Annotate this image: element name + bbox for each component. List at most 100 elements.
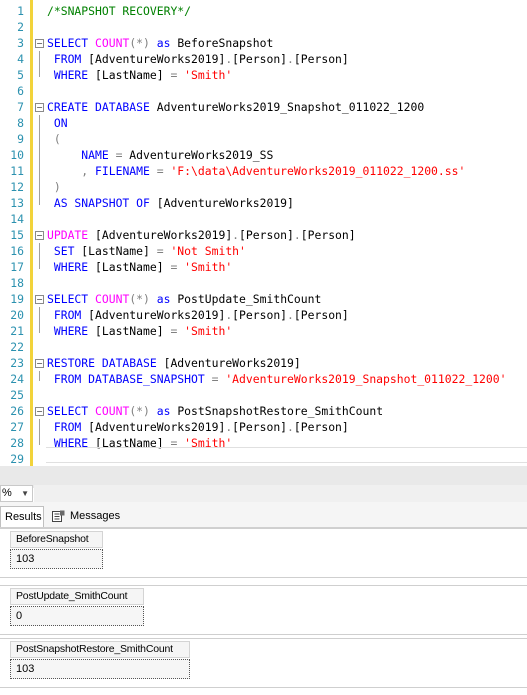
collapse-icon[interactable]: − bbox=[35, 359, 44, 368]
tab-messages-label: Messages bbox=[70, 510, 121, 522]
code-token: [Person] bbox=[293, 52, 349, 66]
code-line[interactable]: 26 − SELECT COUNT(*) as PostSnapshotRestor… bbox=[0, 403, 527, 419]
zoom-dropdown[interactable]: % ▼ bbox=[0, 485, 33, 502]
line-number: 20 bbox=[10, 308, 24, 322]
code-token: SELECT bbox=[47, 292, 96, 306]
collapse-icon[interactable]: − bbox=[35, 103, 44, 112]
code-line[interactable]: 21 WHERE [LastName] = 'Smith' bbox=[0, 323, 527, 339]
code-text: NAME = AdventureWorks2019_SS bbox=[47, 147, 273, 163]
code-token: 'Not Smith' bbox=[170, 244, 246, 258]
result-grid[interactable]: PostSnapshotRestore_SmithCount 103 bbox=[0, 638, 527, 688]
result-grid[interactable]: BeforeSnapshot 103 bbox=[0, 528, 527, 578]
code-text: ON bbox=[47, 115, 68, 131]
horizontal-scrollbar[interactable] bbox=[34, 485, 527, 502]
code-line[interactable]: 24 FROM DATABASE_SNAPSHOT = 'AdventureWo… bbox=[0, 371, 527, 387]
result-cell[interactable]: 103 bbox=[10, 549, 103, 569]
code-line[interactable]: 10 NAME = AdventureWorks2019_SS bbox=[0, 147, 527, 163]
code-line[interactable]: 6 bbox=[0, 83, 527, 99]
code-line[interactable]: 22 bbox=[0, 339, 527, 355]
code-line[interactable]: 19 − SELECT COUNT(*) as PostUpdate_SmithCo… bbox=[0, 291, 527, 307]
line-number: 26 bbox=[10, 404, 24, 418]
code-text: ( bbox=[47, 131, 61, 147]
column-header[interactable]: BeforeSnapshot bbox=[10, 531, 103, 548]
collapse-icon[interactable]: − bbox=[35, 295, 44, 304]
code-token: COUNT bbox=[95, 36, 130, 50]
code-token: [AdventureWorks2019] bbox=[88, 308, 226, 322]
query-editor[interactable]: 1/*SNAPSHOT RECOVERY*/2 3− SELECT COUNT(*)… bbox=[0, 0, 527, 466]
result-cell[interactable]: 103 bbox=[10, 659, 190, 679]
code-line[interactable]: 14 bbox=[0, 211, 527, 227]
code-line[interactable]: 9 ( bbox=[0, 131, 527, 147]
code-token: FROM bbox=[47, 308, 89, 322]
collapse-icon[interactable]: − bbox=[35, 407, 44, 416]
code-token: SELECT bbox=[47, 36, 96, 50]
code-token: [LastName] bbox=[81, 244, 157, 258]
code-text: FROM [AdventureWorks2019].[Person].[Pers… bbox=[47, 419, 349, 435]
column-header[interactable]: PostSnapshotRestore_SmithCount bbox=[10, 641, 190, 658]
code-token: AS SNAPSHOT OF bbox=[47, 196, 157, 210]
code-line[interactable]: 11 , FILENAME = 'F:\data\AdventureWorks2… bbox=[0, 163, 527, 179]
result-cell[interactable]: 0 bbox=[10, 606, 144, 626]
code-line[interactable]: 25 bbox=[0, 387, 527, 403]
line-number: 12 bbox=[10, 180, 24, 194]
code-line[interactable]: 8 ON bbox=[0, 115, 527, 131]
code-line[interactable]: 4 FROM [AdventureWorks2019].[Person].[Pe… bbox=[0, 51, 527, 67]
code-line[interactable]: 13 AS SNAPSHOT OF [AdventureWorks2019] bbox=[0, 195, 527, 211]
code-line[interactable]: 3 − SELECT COUNT(*) as BeforeSnapshot bbox=[0, 35, 527, 51]
code-token: ON bbox=[47, 116, 68, 130]
code-line[interactable]: 5 WHERE [LastName] = 'Smith' bbox=[0, 67, 527, 83]
code-token: [AdventureWorks2019] bbox=[156, 196, 294, 210]
code-line[interactable]: 7 − CREATE DATABASE AdventureWorks2019_Sna… bbox=[0, 99, 527, 115]
code-token: 'Smith' bbox=[184, 68, 233, 82]
column-header[interactable]: PostUpdate_SmithCount bbox=[10, 588, 144, 605]
code-token: as bbox=[149, 36, 178, 50]
code-token: , bbox=[47, 164, 89, 178]
code-text: /*SNAPSHOT RECOVERY*/ bbox=[47, 3, 191, 19]
code-line[interactable]: 18 bbox=[0, 275, 527, 291]
line-number: 8 bbox=[17, 116, 24, 130]
code-token: SELECT bbox=[47, 404, 96, 418]
code-line[interactable]: 15− UPDATE [AdventureWorks2019].[Person].… bbox=[0, 227, 527, 243]
code-line[interactable]: 20 FROM [AdventureWorks2019].[Person].[P… bbox=[0, 307, 527, 323]
code-token: BeforeSnapshot bbox=[177, 36, 274, 50]
code-text: UPDATE [AdventureWorks2019].[Person].[Pe… bbox=[47, 227, 356, 243]
code-token: ) bbox=[47, 180, 61, 194]
code-token: RESTORE DATABASE bbox=[47, 356, 164, 370]
code-token: WHERE bbox=[47, 324, 96, 338]
code-token: . bbox=[287, 308, 294, 322]
code-line[interactable]: 17 WHERE [LastName] = 'Smith' bbox=[0, 259, 527, 275]
line-number: 13 bbox=[10, 196, 24, 210]
tab-results[interactable]: Results bbox=[0, 506, 44, 527]
code-token: FILENAME bbox=[88, 164, 157, 178]
code-line[interactable]: 23 − RESTORE DATABASE [AdventureWorks2019] bbox=[0, 355, 527, 371]
code-line[interactable]: 12 ) bbox=[0, 179, 527, 195]
code-text: SET [LastName] = 'Not Smith' bbox=[47, 243, 246, 259]
code-token: 'AdventureWorks2019_Snapshot_011022_1200… bbox=[225, 372, 507, 386]
code-token: ( bbox=[47, 132, 61, 146]
code-token: . bbox=[287, 52, 294, 66]
code-token: 'Smith' bbox=[184, 260, 233, 274]
code-token: PostSnapshotRestore_SmithCount bbox=[177, 404, 384, 418]
tab-messages[interactable]: Messages bbox=[48, 506, 128, 527]
code-line[interactable]: 16 SET [LastName] = 'Not Smith' bbox=[0, 243, 527, 259]
code-token: /*SNAPSHOT RECOVERY*/ bbox=[47, 4, 192, 18]
line-number: 22 bbox=[10, 340, 24, 354]
result-grid[interactable]: PostUpdate_SmithCount 0 bbox=[0, 585, 527, 635]
code-token: UPDATE bbox=[47, 228, 96, 242]
code-text: SELECT COUNT(*) as BeforeSnapshot bbox=[47, 35, 273, 51]
line-number: 10 bbox=[10, 148, 24, 162]
code-text: WHERE [LastName] = 'Smith' bbox=[47, 259, 232, 275]
collapse-icon[interactable]: − bbox=[35, 231, 44, 240]
code-token: as bbox=[149, 292, 178, 306]
code-token: COUNT bbox=[95, 404, 130, 418]
code-text: WHERE [LastName] = 'Smith' bbox=[47, 67, 232, 83]
code-line[interactable]: 27 FROM [AdventureWorks2019].[Person].[P… bbox=[0, 419, 527, 435]
collapse-icon[interactable]: − bbox=[35, 39, 44, 48]
code-token: FROM bbox=[47, 420, 89, 434]
code-token: [AdventureWorks2019] bbox=[88, 52, 226, 66]
code-token: [Person] bbox=[293, 308, 349, 322]
code-line[interactable]: 1 /*SNAPSHOT RECOVERY*/ bbox=[0, 3, 527, 19]
code-line[interactable]: 2 bbox=[0, 19, 527, 35]
code-token: WHERE bbox=[47, 260, 96, 274]
code-text: WHERE [LastName] = 'Smith' bbox=[47, 323, 232, 339]
